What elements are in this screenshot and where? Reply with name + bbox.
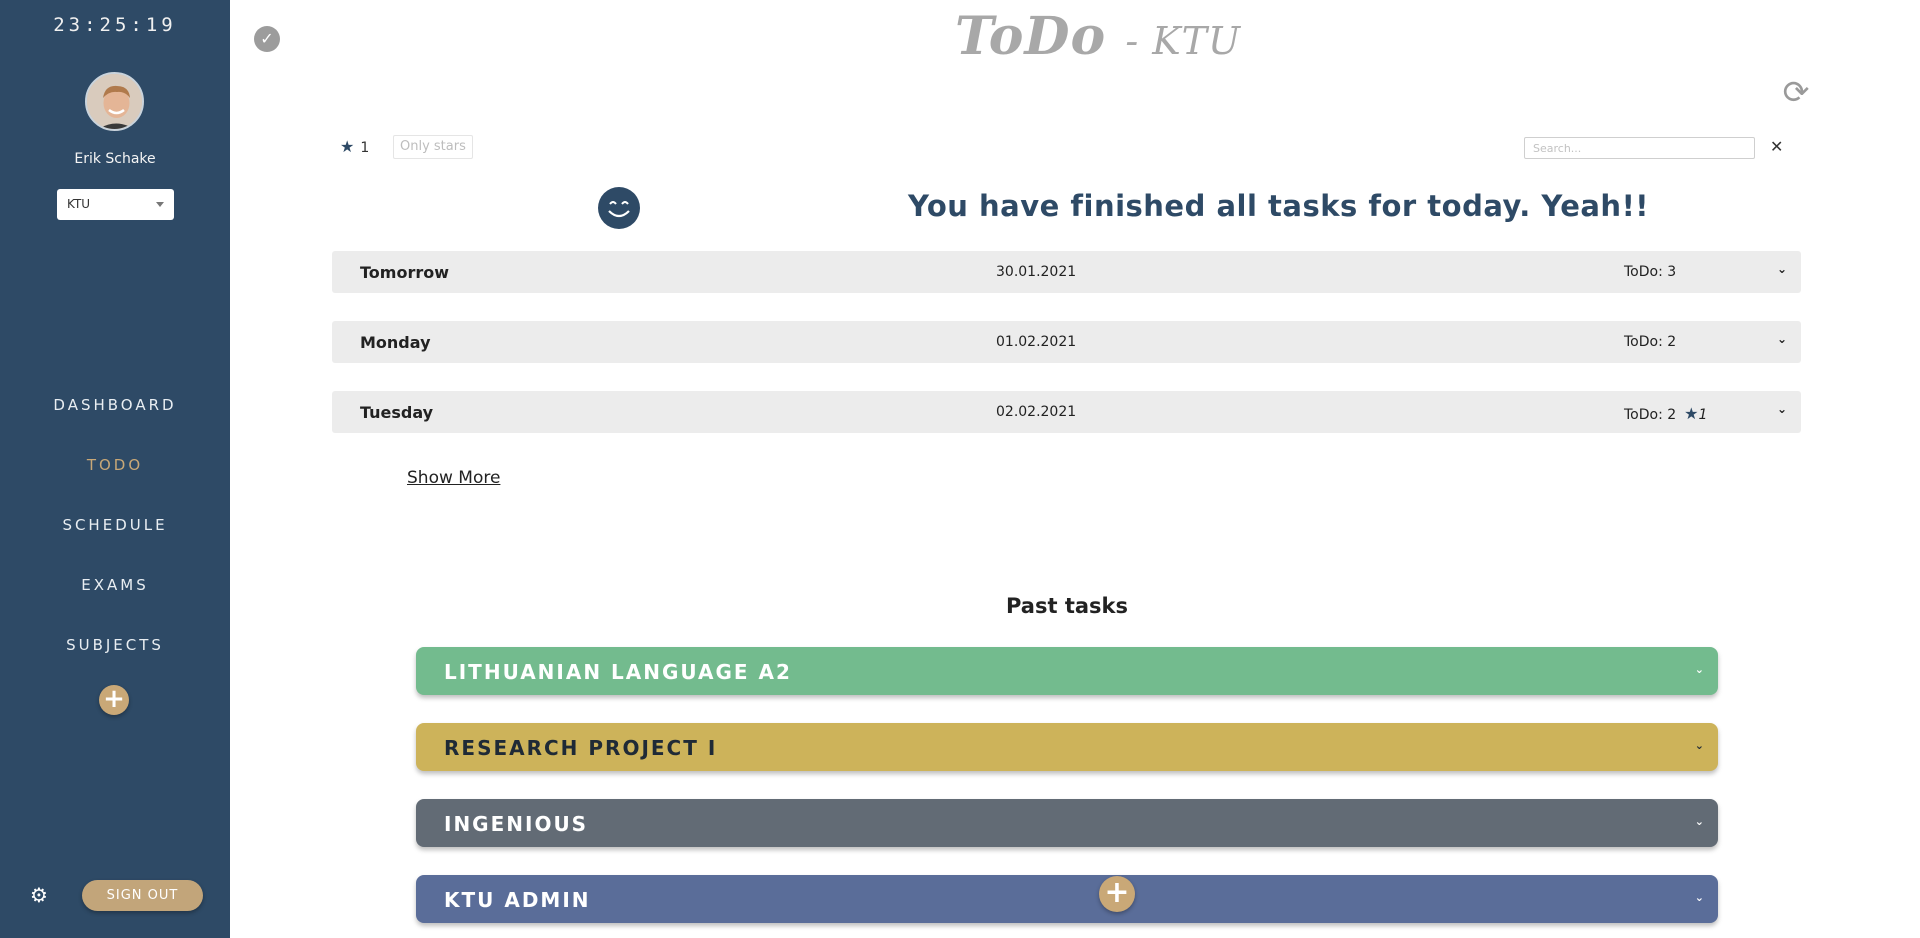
add-task-button[interactable]: +	[1099, 876, 1135, 912]
star-icon: ★	[1684, 404, 1699, 423]
day-todo-text: ToDo: 2	[1624, 407, 1677, 423]
day-star-count: 1	[1698, 407, 1708, 423]
chevron-down-icon[interactable]: ⌄	[1777, 332, 1787, 346]
subject-name: LITHUANIAN LANGUAGE A2	[444, 660, 792, 684]
day-row-tomorrow[interactable]: Tomorrow 30.01.2021 ToDo: 3 ⌄	[332, 251, 1801, 293]
day-name: Tomorrow	[360, 263, 449, 282]
app-root: 23:25:19 Erik Schake KTU DASHBOARD TODO …	[0, 0, 1920, 938]
chevron-down-icon[interactable]: ⌄	[1695, 739, 1704, 752]
chevron-down-icon[interactable]: ⌄	[1695, 891, 1704, 904]
past-subject-row[interactable]: INGENIOUS ⌄	[416, 799, 1718, 847]
title-main: ToDo	[955, 6, 1107, 67]
day-name: Monday	[360, 333, 431, 352]
nav-subjects[interactable]: SUBJECTS	[0, 636, 230, 654]
nav-schedule[interactable]: SCHEDULE	[0, 516, 230, 534]
show-more-link[interactable]: Show More	[407, 468, 500, 488]
subject-name: INGENIOUS	[444, 812, 589, 836]
nav-dashboard[interactable]: DASHBOARD	[0, 396, 230, 414]
subject-name: RESEARCH PROJECT I	[444, 736, 718, 760]
day-date: 02.02.2021	[996, 404, 1077, 420]
nav-exams[interactable]: EXAMS	[0, 576, 230, 594]
chevron-down-icon[interactable]: ⌄	[1695, 663, 1704, 676]
refresh-icon[interactable]: ⟳	[1780, 76, 1812, 108]
search-input[interactable]	[1524, 137, 1755, 159]
star-count-value: 1	[360, 140, 370, 156]
avatar[interactable]	[85, 72, 144, 131]
clear-search-button[interactable]: ✕	[1770, 137, 1783, 156]
sidebar: 23:25:19 Erik Schake KTU DASHBOARD TODO …	[0, 0, 230, 938]
caret-down-icon	[156, 202, 164, 207]
page-title: ToDo - KTU	[955, 6, 1241, 67]
day-todo-count: ToDo: 2 ★1	[1624, 404, 1707, 423]
status-message: You have finished all tasks for today. Y…	[908, 189, 1650, 223]
past-subject-row[interactable]: LITHUANIAN LANGUAGE A2 ⌄	[416, 647, 1718, 695]
gear-icon[interactable]: ⚙	[28, 884, 50, 906]
past-subject-row[interactable]: KTU ADMIN ⌄	[416, 875, 1718, 923]
past-subject-row[interactable]: RESEARCH PROJECT I ⌄	[416, 723, 1718, 771]
sign-out-button[interactable]: SIGN OUT	[82, 880, 203, 911]
org-select[interactable]: KTU	[57, 189, 174, 220]
day-name: Tuesday	[360, 403, 434, 422]
org-select-value: KTU	[67, 197, 91, 211]
add-subject-button[interactable]: +	[99, 685, 129, 715]
smile-icon	[598, 187, 640, 229]
day-todo-count: ToDo: 2	[1624, 334, 1677, 350]
nav-todo[interactable]: TODO	[0, 456, 230, 474]
day-row-monday[interactable]: Monday 01.02.2021 ToDo: 2 ⌄	[332, 321, 1801, 363]
check-circle-icon[interactable]: ✓	[254, 26, 280, 52]
clock: 23:25:19	[53, 14, 177, 36]
title-sub: - KTU	[1125, 19, 1241, 63]
star-counter: ★ 1	[340, 137, 369, 156]
only-stars-toggle[interactable]: Only stars	[393, 135, 473, 159]
day-date: 30.01.2021	[996, 264, 1077, 280]
day-row-tuesday[interactable]: Tuesday 02.02.2021 ToDo: 2 ★1 ⌄	[332, 391, 1801, 433]
subject-name: KTU ADMIN	[444, 888, 591, 912]
day-todo-count: ToDo: 3	[1624, 264, 1677, 280]
chevron-down-icon[interactable]: ⌄	[1777, 402, 1787, 416]
past-tasks-title: Past tasks	[1005, 594, 1129, 618]
day-date: 01.02.2021	[996, 334, 1077, 350]
star-icon: ★	[340, 137, 355, 156]
chevron-down-icon[interactable]: ⌄	[1777, 262, 1787, 276]
chevron-down-icon[interactable]: ⌄	[1695, 815, 1704, 828]
user-name: Erik Schake	[74, 151, 156, 167]
